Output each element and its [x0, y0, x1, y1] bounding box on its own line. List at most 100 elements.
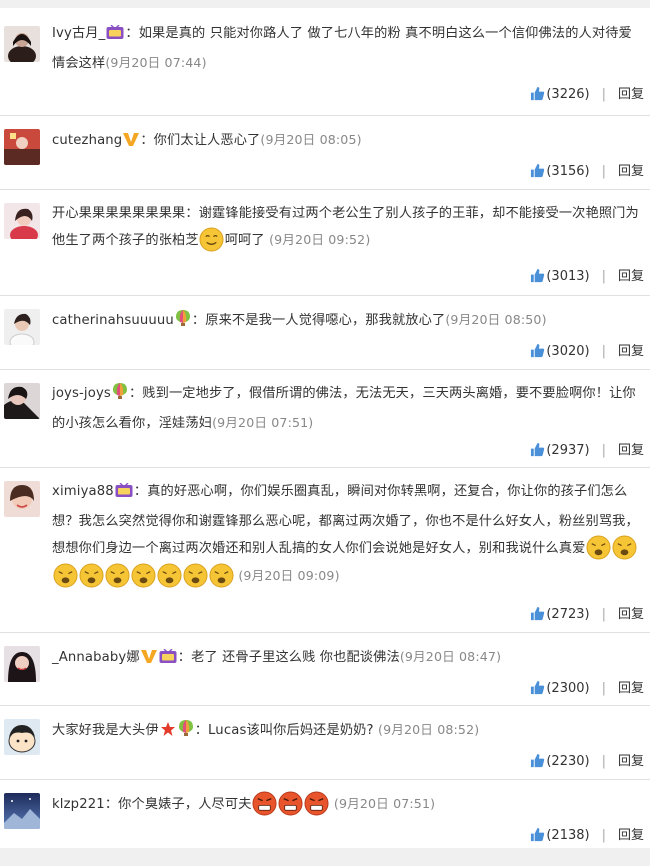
crying-emoji-icon	[182, 562, 208, 588]
like-button[interactable]: (3020)	[530, 343, 590, 359]
like-count: (2300)	[546, 681, 590, 696]
comment-actions: (2937) | 回复	[530, 439, 644, 458]
like-button[interactable]: (2300)	[530, 680, 590, 696]
thumbs-up-icon	[531, 163, 545, 178]
comment-text: ：真的好恶心啊，你们娱乐圈真乱，瞬间对你转黑啊，还复合，你让你的孩子们怎么想？我…	[52, 484, 639, 556]
like-button[interactable]: (2723)	[530, 606, 590, 622]
username-link[interactable]: catherinahsuuuuu	[52, 313, 174, 328]
page: Ivy古月_ ：如果是真的 只能对你路人了 做了七八年的粉 真不明白这么一个信仰佛…	[0, 0, 650, 866]
like-button[interactable]: (3013)	[530, 268, 590, 284]
avatar[interactable]	[4, 309, 40, 345]
reply-link[interactable]: 回复	[618, 269, 644, 284]
like-button[interactable]: (2138)	[530, 827, 590, 843]
comment-body: klzp221：你个臭婊子，人尽可夫 (9月20日 07:51)	[52, 791, 644, 818]
comment-body: Ivy古月_ ：如果是真的 只能对你路人了 做了七八年的粉 真不明白这么一个信仰佛…	[52, 21, 644, 77]
comment-actions: (2300) | 回复	[530, 677, 644, 696]
comment-time: (9月20日 09:52)	[269, 232, 371, 247]
like-button[interactable]: (2937)	[530, 442, 590, 458]
thumbs-up-icon	[531, 827, 545, 842]
video-badge-icon	[159, 648, 177, 674]
comment-text: ：Lucas该叫你后妈还是奶奶?	[194, 723, 374, 738]
avatar[interactable]	[4, 719, 40, 755]
avatar[interactable]	[4, 129, 40, 165]
reply-link[interactable]: 回复	[618, 754, 644, 769]
star-badge-icon	[160, 721, 176, 747]
reply-link[interactable]: 回复	[618, 87, 644, 102]
comment-item: cutezhang ：你们太让人恶心了(9月20日 08:05) (3156) | 回…	[0, 115, 650, 190]
avatar[interactable]	[4, 26, 40, 62]
comment-body: _Annababy娜 ：老了 还骨子里这么贱 你也配谈佛法(9月20日 08:47…	[52, 644, 644, 674]
comment-body: ximiya88 ：真的好恶心啊，你们娱乐圈真乱，瞬间对你转黑啊，还复合，你让你的…	[52, 479, 644, 590]
crying-emoji-icon	[586, 535, 611, 560]
comment-actions: (3013) | 回复	[530, 265, 644, 284]
separator: |	[601, 443, 606, 458]
username-link[interactable]: cutezhang	[52, 133, 122, 148]
avatar[interactable]	[4, 793, 40, 829]
comment-time: (9月20日 08:52)	[378, 722, 480, 737]
comment-item: Ivy古月_ ：如果是真的 只能对你路人了 做了七八年的粉 真不明白这么一个信仰佛…	[0, 8, 650, 116]
comment-item: 开心果果果果果果果果：谢霆锋能接受有过两个老公生了别人孩子的王菲，却不能接受一次…	[0, 189, 650, 296]
reply-link[interactable]: 回复	[618, 681, 644, 696]
emoji-row	[252, 791, 330, 816]
separator: |	[601, 87, 606, 102]
like-button[interactable]: (3226)	[530, 86, 590, 102]
crying-emoji-icon	[208, 562, 234, 588]
like-count: (3013)	[546, 269, 590, 284]
comment-text: ：原来不是我一人觉得噁心，那我就放心了	[191, 313, 446, 328]
verified-v-icon	[140, 648, 157, 674]
comment-time: (9月20日 08:05)	[260, 132, 362, 147]
balloon-badge-icon	[175, 309, 191, 337]
avatar[interactable]	[4, 481, 40, 517]
like-count: (2138)	[546, 828, 590, 843]
separator: |	[601, 269, 606, 284]
username-link[interactable]: 开心果果果果果果果果	[52, 206, 185, 221]
comment-text: ：你们太让人恶心了	[140, 133, 261, 148]
like-count: (2230)	[546, 754, 590, 769]
separator: |	[601, 607, 606, 622]
comment-actions: (3156) | 回复	[530, 160, 644, 179]
like-button[interactable]: (3156)	[530, 163, 590, 179]
comment-body: cutezhang ：你们太让人恶心了(9月20日 08:05)	[52, 127, 644, 157]
crying-emoji-icon	[156, 562, 182, 588]
separator: |	[601, 344, 606, 359]
thumbs-up-icon	[531, 442, 545, 457]
like-button[interactable]: (2230)	[530, 753, 590, 769]
comment-text: ：老了 还骨子里这么贱 你也配谈佛法	[177, 650, 400, 665]
crying-emoji-icon	[130, 562, 156, 588]
avatar[interactable]	[4, 203, 40, 239]
comment-actions: (2723) | 回复	[530, 603, 644, 622]
separator: |	[601, 164, 606, 179]
reply-link[interactable]: 回复	[618, 164, 644, 179]
comment-time: (9月20日 08:50)	[445, 312, 547, 327]
comment-actions: (3226) | 回复	[530, 83, 644, 102]
username-link[interactable]: 大家好我是大头伊	[52, 723, 159, 738]
reply-link[interactable]: 回复	[618, 443, 644, 458]
username-link[interactable]: joys-joys	[52, 386, 111, 401]
video-badge-icon	[115, 482, 133, 509]
avatar[interactable]	[4, 383, 40, 419]
smile-emoji-icon	[199, 227, 224, 252]
avatar[interactable]	[4, 646, 40, 682]
comment-time: (9月20日 07:44)	[105, 55, 207, 70]
like-count: (3020)	[546, 344, 590, 359]
separator: |	[601, 828, 606, 843]
comment-time: (9月20日 07:51)	[212, 415, 314, 430]
comment-text-after-emoji: 呵呵了	[224, 233, 265, 248]
angry-emoji-icon	[252, 791, 277, 816]
thumbs-up-icon	[531, 753, 545, 768]
username-link[interactable]: klzp221	[52, 797, 105, 812]
username-link[interactable]: Ivy古月_	[52, 26, 105, 41]
reply-link[interactable]: 回复	[618, 344, 644, 359]
like-count: (3156)	[546, 164, 590, 179]
comment-time: (9月20日 07:51)	[333, 796, 436, 811]
like-count: (2723)	[546, 607, 590, 622]
username-link[interactable]: _Annababy娜	[52, 650, 140, 665]
reply-link[interactable]: 回复	[618, 607, 644, 622]
comment-body: catherinahsuuuuu ：原来不是我一人觉得噁心，那我就放心了(9月20…	[52, 307, 644, 337]
reply-link[interactable]: 回复	[618, 828, 644, 843]
username-link[interactable]: ximiya88	[52, 484, 114, 499]
comment-body: joys-joys ：贱到一定地步了，假借所谓的佛法，无法无天，三天两头离婚，要不…	[52, 381, 644, 437]
thumbs-up-icon	[531, 343, 545, 358]
crying-emoji-icon	[612, 535, 637, 560]
thumbs-up-icon	[531, 606, 545, 621]
